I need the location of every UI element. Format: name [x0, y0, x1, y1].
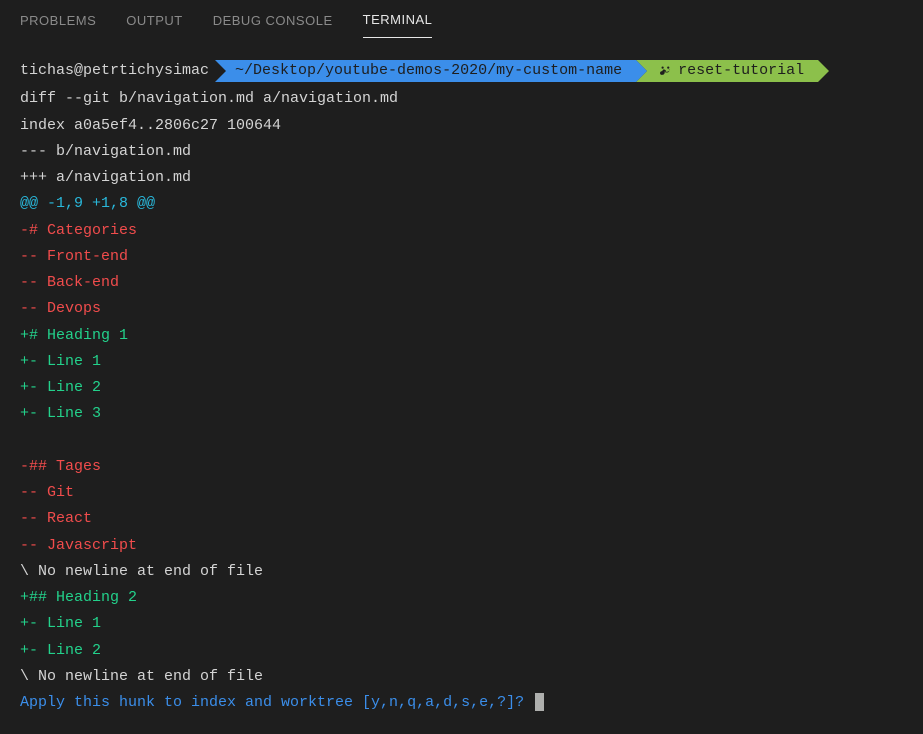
diff-added-line: +- Line 2	[20, 375, 903, 401]
diff-no-newline: \ No newline at end of file	[20, 559, 903, 585]
terminal-output[interactable]: tichas@petrtichysimac ~/Desktop/youtube-…	[0, 40, 923, 734]
diff-added-line: +- Line 3	[20, 401, 903, 427]
diff-removed-line: -- Back-end	[20, 270, 903, 296]
prompt-path: ~/Desktop/youtube-demos-2020/my-custom-n…	[235, 60, 622, 82]
tab-debug-console[interactable]: DEBUG CONSOLE	[213, 3, 333, 38]
diff-removed-line: -## Tages	[20, 454, 903, 480]
prompt-branch-segment: reset-tutorial	[636, 60, 818, 82]
diff-removed-line: -- Git	[20, 480, 903, 506]
diff-added-line: +# Heading 1	[20, 323, 903, 349]
tab-output[interactable]: OUTPUT	[126, 3, 182, 38]
terminal-cursor	[535, 693, 544, 711]
prompt-user-host: tichas@petrtichysimac	[20, 58, 215, 84]
diff-added-line: +- Line 1	[20, 349, 903, 375]
diff-added-line: +## Heading 2	[20, 585, 903, 611]
git-branch-icon	[660, 64, 672, 78]
diff-no-newline: \ No newline at end of file	[20, 664, 903, 690]
diff-removed-line: -- Javascript	[20, 533, 903, 559]
diff-file-b: +++ a/navigation.md	[20, 165, 903, 191]
diff-header-line: diff --git b/navigation.md a/navigation.…	[20, 86, 903, 112]
diff-blank-line	[20, 428, 903, 454]
shell-prompt: tichas@petrtichysimac ~/Desktop/youtube-…	[20, 58, 903, 84]
diff-removed-line: -- React	[20, 506, 903, 532]
diff-removed-line: -- Front-end	[20, 244, 903, 270]
diff-added-line: +- Line 1	[20, 611, 903, 637]
panel-tabs: PROBLEMS OUTPUT DEBUG CONSOLE TERMINAL	[0, 0, 923, 40]
diff-removed-line: -- Devops	[20, 296, 903, 322]
diff-file-a: --- b/navigation.md	[20, 139, 903, 165]
diff-hunk-header: @@ -1,9 +1,8 @@	[20, 191, 903, 217]
git-apply-prompt[interactable]: Apply this hunk to index and worktree [y…	[20, 690, 903, 716]
diff-index-line: index a0a5ef4..2806c27 100644	[20, 113, 903, 139]
prompt-branch: reset-tutorial	[678, 60, 804, 82]
tab-terminal[interactable]: TERMINAL	[363, 2, 433, 38]
tab-problems[interactable]: PROBLEMS	[20, 3, 96, 38]
diff-removed-line: -# Categories	[20, 218, 903, 244]
prompt-path-segment: ~/Desktop/youtube-demos-2020/my-custom-n…	[215, 60, 636, 82]
diff-added-line: +- Line 2	[20, 638, 903, 664]
